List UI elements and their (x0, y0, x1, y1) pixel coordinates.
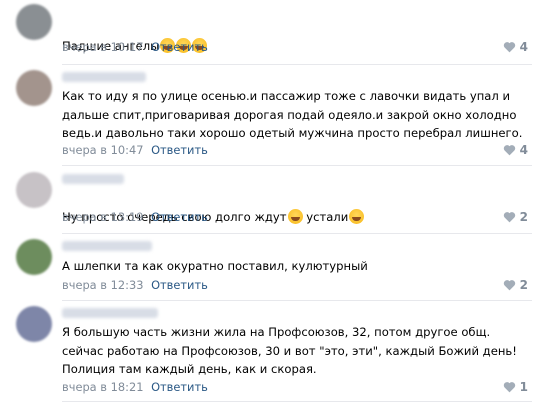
like-count: 2 (519, 278, 528, 292)
reply-link[interactable]: Ответить (151, 278, 208, 292)
divider (62, 64, 532, 65)
comment-meta: вчера в 18:21 Ответить (62, 380, 208, 394)
author-name[interactable] (62, 174, 124, 184)
heart-icon (503, 212, 515, 223)
like-count: 4 (519, 40, 528, 54)
comment-meta: вчера в 10:17 Ответить (62, 40, 208, 54)
author-name[interactable] (62, 241, 152, 251)
like-button[interactable]: 4 (503, 143, 528, 157)
heart-icon (503, 382, 515, 393)
comment-meta: вчера в 13:19 Ответить (62, 210, 208, 224)
author-name[interactable] (62, 308, 158, 318)
divider (62, 233, 532, 234)
avatar[interactable] (16, 4, 52, 40)
avatar[interactable] (16, 239, 52, 275)
like-count: 4 (519, 143, 528, 157)
comment-meta: вчера в 12:33 Ответить (62, 278, 208, 292)
comments-feed: Падшие ангелы вчера в 10:17 Ответить 4 К… (0, 0, 548, 404)
comment-text: Как то иду я по улице осенью.и пассажир … (62, 89, 523, 141)
comment-meta: вчера в 10:47 Ответить (62, 143, 208, 157)
reply-link[interactable]: Ответить (151, 380, 208, 394)
comment-time[interactable]: вчера в 10:17 (62, 40, 143, 54)
avatar[interactable] (16, 172, 52, 208)
like-button[interactable]: 2 (503, 210, 528, 224)
divider (62, 300, 532, 301)
reply-link[interactable]: Ответить (151, 40, 208, 54)
comment-time[interactable]: вчера в 10:47 (62, 143, 143, 157)
heart-icon (503, 145, 515, 156)
comment-time[interactable]: вчера в 13:19 (62, 210, 143, 224)
reply-link[interactable]: Ответить (151, 210, 208, 224)
heart-icon (503, 42, 515, 53)
comment-text: Я большую часть жизни жила на Профсоюзов… (62, 325, 517, 377)
like-count: 1 (519, 380, 528, 394)
author-name[interactable] (62, 72, 146, 82)
like-button[interactable]: 2 (503, 278, 528, 292)
avatar[interactable] (16, 306, 52, 342)
grinning-sweat-icon (287, 208, 303, 224)
divider (62, 401, 532, 402)
winking-tongue-icon (349, 208, 365, 224)
like-button[interactable]: 4 (503, 40, 528, 54)
like-button[interactable]: 1 (503, 380, 528, 394)
comment-time[interactable]: вчера в 18:21 (62, 380, 143, 394)
avatar[interactable] (16, 70, 52, 106)
comment-text: А шлепки та как окуратно поставил, кулют… (62, 259, 368, 273)
reply-link[interactable]: Ответить (151, 143, 208, 157)
heart-icon (503, 280, 515, 291)
like-count: 2 (519, 210, 528, 224)
comment-time[interactable]: вчера в 12:33 (62, 278, 143, 292)
divider (62, 165, 532, 166)
